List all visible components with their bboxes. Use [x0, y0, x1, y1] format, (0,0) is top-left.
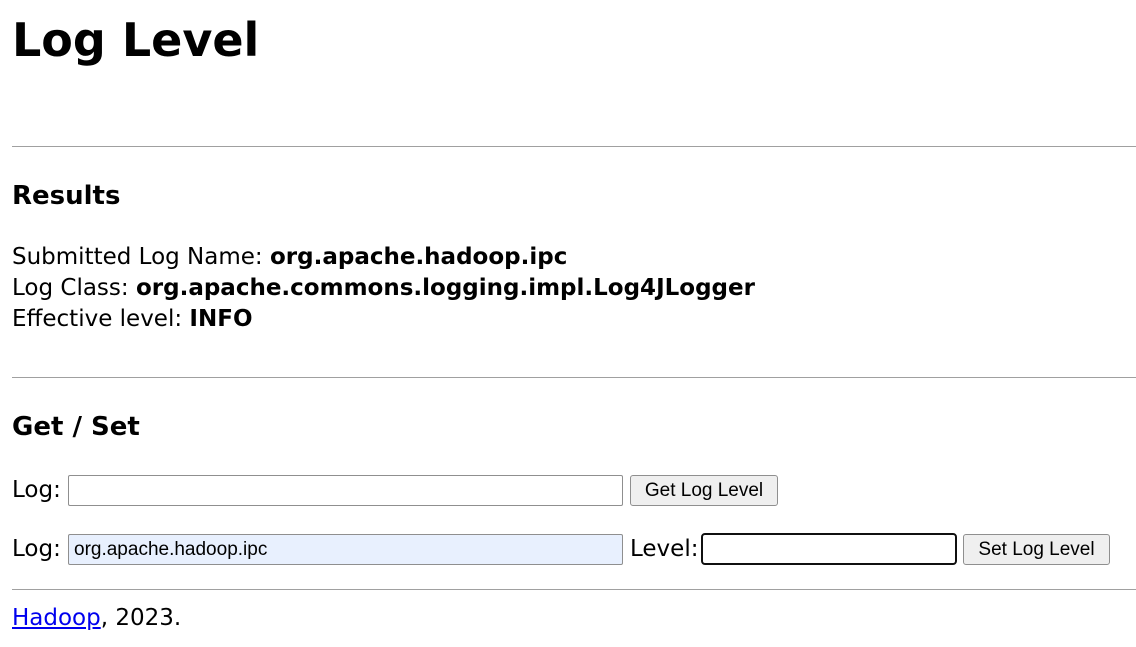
log-class-label: Log Class: [12, 275, 129, 301]
effective-level-label: Effective level: [12, 306, 183, 332]
divider-middle [12, 377, 1136, 378]
footer: Hadoop, 2023. [12, 603, 181, 634]
get-log-input[interactable] [68, 475, 623, 506]
log-class-value: org.apache.commons.logging.impl.Log4JLog… [135, 275, 755, 301]
submitted-log-name-label: Submitted Log Name: [12, 244, 263, 270]
divider-top [12, 146, 1136, 147]
submitted-log-name-row: Submitted Log Name: org.apache.hadoop.ip… [12, 242, 567, 273]
divider-bottom [12, 589, 1136, 590]
get-log-level-button[interactable]: Get Log Level [630, 475, 778, 506]
footer-suffix: , 2023. [100, 605, 182, 631]
set-log-label: Log: [12, 536, 61, 562]
set-level-input[interactable] [701, 533, 957, 565]
get-log-label: Log: [12, 477, 61, 503]
set-log-input[interactable] [68, 534, 623, 565]
results-heading: Results [12, 181, 121, 211]
log-level-page: Log Level Results Submitted Log Name: or… [0, 0, 1136, 647]
page-title: Log Level [12, 13, 260, 67]
effective-level-row: Effective level: INFO [12, 304, 253, 335]
log-class-row: Log Class: org.apache.commons.logging.im… [12, 273, 755, 304]
effective-level-value: INFO [189, 306, 253, 332]
submitted-log-name-value: org.apache.hadoop.ipc [269, 244, 568, 270]
get-set-heading: Get / Set [12, 412, 140, 442]
set-level-label: Level: [630, 536, 699, 562]
set-log-level-button[interactable]: Set Log Level [963, 534, 1110, 565]
hadoop-link[interactable]: Hadoop [12, 605, 101, 631]
